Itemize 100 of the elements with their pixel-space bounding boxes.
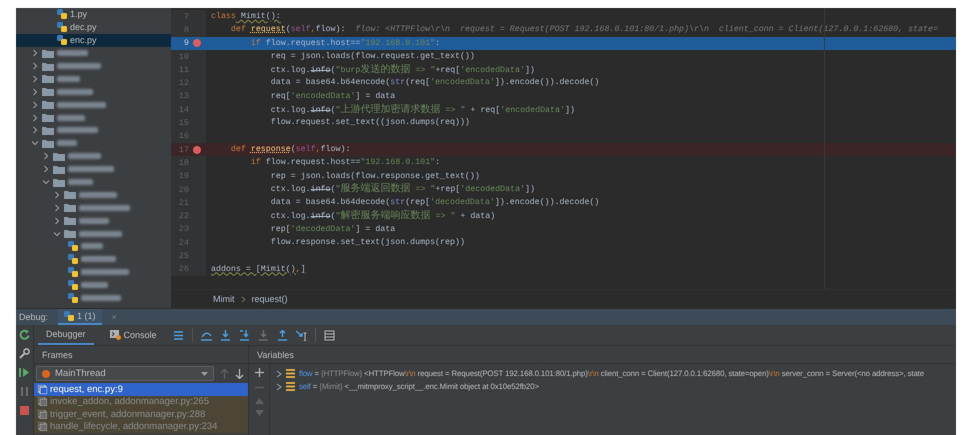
string-literal: 'encodedData' <box>460 66 525 75</box>
blurred-label <box>68 179 93 186</box>
string-literal: 'decodedData' <box>430 198 495 208</box>
function-name: request <box>250 25 286 34</box>
code-text: flow.request.host== <box>264 38 360 48</box>
rerun-icon[interactable] <box>19 329 30 340</box>
keyword: if <box>250 158 261 168</box>
menu-icon[interactable] <box>172 330 184 340</box>
string-literal: "192.168.0.101" <box>360 158 436 168</box>
python-file-icon <box>68 254 78 264</box>
blurred-label <box>57 114 85 121</box>
frame-icon <box>38 397 47 406</box>
self-keyword: self <box>290 25 311 34</box>
python-file-icon <box>68 267 78 278</box>
folder-icon <box>64 203 76 212</box>
folder-icon <box>42 113 54 122</box>
step-into-my-code-icon[interactable] <box>238 330 250 340</box>
deprecated-call: info <box>310 106 331 115</box>
code-text: rep = json.loads(flow.response.get_text()) <box>270 172 480 181</box>
debug-session-tab[interactable]: 1 (1) <box>58 309 102 325</box>
string-literal: "服务端返回数据 => " <box>336 185 436 194</box>
down-arrow-icon[interactable] <box>235 368 244 378</box>
code-text: flow.request.host== <box>264 158 360 168</box>
code-text: flow.request.set_text((json.dumps(req))) <box>270 118 470 128</box>
breakpoint-icon[interactable] <box>193 146 201 154</box>
code-text: flow.response.set_text(json.dumps(rep)) <box>270 238 465 248</box>
folder-icon <box>42 100 54 110</box>
file-name[interactable]: enc.py <box>70 35 97 46</box>
caret-icon <box>201 372 208 376</box>
string-literal: "上游代理加密请求数据 => " <box>336 106 466 115</box>
blurred-label <box>81 282 108 288</box>
chevron-icon <box>240 296 246 302</box>
frames-header: Frames <box>34 346 248 364</box>
code-text: Mimit(): <box>240 12 281 21</box>
string-literal: 'encodedData' <box>500 106 565 115</box>
code-text: : <box>435 38 440 48</box>
variables-header: Variables <box>249 346 956 364</box>
breadcrumb-item[interactable]: request() <box>252 294 288 304</box>
code-text: ( <box>290 144 296 154</box>
stack-frame[interactable]: request, enc.py:9 <box>34 383 248 396</box>
pause-icon[interactable] <box>19 386 30 397</box>
add-icon[interactable] <box>254 368 264 377</box>
code-text: flow): <box>316 25 346 34</box>
blurred-label <box>81 243 103 250</box>
code-text: ( <box>286 25 291 34</box>
deprecated-call: info <box>310 212 331 221</box>
resume-icon[interactable] <box>19 367 30 378</box>
keyword: def <box>230 25 247 34</box>
wrench-icon[interactable] <box>19 348 30 359</box>
frame-icon <box>38 410 47 419</box>
inline-value-hint: flow: <HTTPFlow\r\n request = Request(POST 192.168.0.101:80/1.php)\r\n client_conn = Client(127.0.0.1:62680, state= <box>354 25 938 34</box>
blurred-label <box>79 218 109 224</box>
step-over-icon[interactable] <box>200 330 212 340</box>
string-literal: "burp发送的数据 => " <box>336 66 436 75</box>
code-text: ]) <box>524 66 535 75</box>
debugger-tab[interactable]: Debugger <box>38 325 94 345</box>
step-into-icon[interactable] <box>220 330 231 340</box>
run-to-cursor-icon[interactable] <box>296 330 307 340</box>
code-text: ] <box>300 264 306 274</box>
code-text: ]).encode()).decode() <box>494 198 600 208</box>
file-name[interactable]: dec.py <box>70 22 97 32</box>
table-icon[interactable] <box>324 330 335 340</box>
deprecated-call: info <box>310 185 331 194</box>
blurred-label <box>68 166 114 172</box>
code-text: ctx.log. <box>270 212 311 221</box>
builtin-name: str <box>390 78 406 88</box>
thread-dropdown[interactable]: MainThread <box>36 366 214 381</box>
string-literal: "192.168.0.101" <box>360 38 436 48</box>
stack-frame[interactable]: invoke_addon, addonmanager.py:265 <box>34 396 248 408</box>
breadcrumb-item[interactable]: Mimit <box>213 294 234 304</box>
code-text: req = json.loads(flow.request.get_text()) <box>270 52 475 61</box>
stop-icon[interactable] <box>19 405 30 416</box>
code-text: ( <box>330 185 336 194</box>
python-file-icon <box>68 293 78 304</box>
blurred-label <box>57 76 80 82</box>
code-text: : <box>435 158 440 168</box>
line-number: 9 <box>184 38 189 48</box>
file-name[interactable]: 1.py <box>70 9 88 20</box>
blurred-label <box>57 88 93 95</box>
code-text: ] = data <box>355 92 396 101</box>
folder-icon <box>53 152 65 161</box>
console-tab[interactable]: Console <box>102 325 165 345</box>
force-step-into-icon[interactable] <box>258 330 269 340</box>
debug-label: Debug: <box>19 312 48 322</box>
code-text: ]).encode()).decode() <box>494 78 600 88</box>
stack-frame[interactable]: trigger_event, addonmanager.py:288 <box>34 408 248 420</box>
code-text: rep[ <box>270 224 291 234</box>
field-icon <box>286 382 295 391</box>
frame-icon <box>38 422 47 432</box>
code-text: data = base64.b64decode( <box>270 198 390 208</box>
python-file-icon <box>57 22 67 32</box>
folder-icon <box>42 138 54 148</box>
keyword: , <box>296 264 301 274</box>
stack-frame[interactable]: handle_lifecycle, addonmanager.py:234 <box>34 420 248 433</box>
blurred-label <box>79 204 130 211</box>
step-out-icon[interactable] <box>276 330 288 340</box>
python-file-icon <box>57 9 67 20</box>
blurred-label <box>81 256 116 262</box>
folder-icon <box>64 216 76 226</box>
string-literal: "解密服务端响应数据 => " <box>336 212 456 221</box>
